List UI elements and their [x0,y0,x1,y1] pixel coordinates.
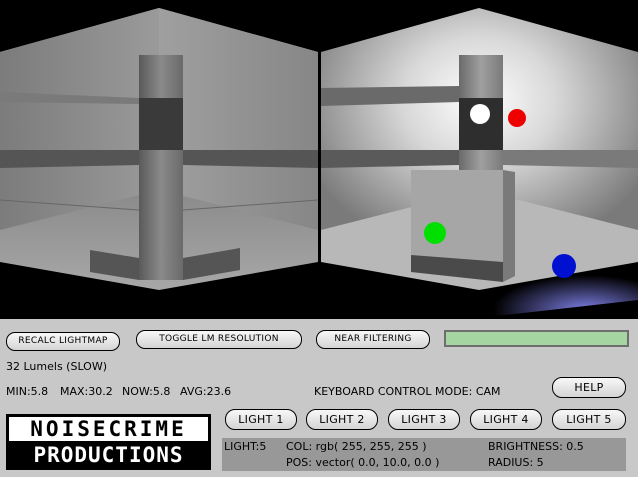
light-2-button[interactable]: LIGHT 2 [306,409,378,430]
noisecrime-logo: NOISECRIME PRODUCTIONS [6,414,211,470]
light-index-text: LIGHT:5 [224,440,267,453]
keyboard-mode-text: KEYBOARD CONTROL MODE: CAM [314,385,501,398]
light-info-panel: LIGHT:5 COL: rgb( 255, 255, 255 ) POS: v… [222,438,626,471]
light-radius-text: RADIUS: 5 [488,456,544,469]
light-color-text: COL: rgb( 255, 255, 255 ) [286,440,427,453]
logo-line-1: NOISECRIME [6,417,211,441]
logo-line-2: PRODUCTIONS [33,443,184,467]
light-4-button[interactable]: LIGHT 4 [470,409,542,430]
stat-avg: AVG:23.6 [180,385,232,398]
stat-max: MAX:30.2 [60,385,113,398]
recalc-lightmap-button[interactable]: RECALC LIGHTMAP [6,332,120,351]
near-filtering-button[interactable]: NEAR FILTERING [316,330,430,349]
scene-unlit [0,0,318,319]
light-blue-marker[interactable] [552,254,576,278]
light-5-button[interactable]: LIGHT 5 [552,409,626,430]
scene-lit [321,0,638,319]
lightmap-progress-bar [444,330,629,347]
stat-min: MIN:5.8 [6,385,49,398]
light-position-text: POS: vector( 0.0, 10.0, 0.0 ) [286,456,440,469]
light-3-button[interactable]: LIGHT 3 [388,409,460,430]
light-1-button[interactable]: LIGHT 1 [225,409,297,430]
light-brightness-text: BRIGHTNESS: 0.5 [488,440,584,453]
help-button[interactable]: HELP [552,377,626,398]
viewport-lit[interactable] [321,0,638,319]
viewport-unlit[interactable] [0,0,318,319]
lumels-text: 32 Lumels (SLOW) [6,360,108,373]
control-panel: RECALC LIGHTMAP TOGGLE LM RESOLUTION NEA… [0,319,638,477]
light-red-marker[interactable] [508,109,526,127]
stat-now: NOW:5.8 [122,385,171,398]
toggle-lm-resolution-button[interactable]: TOGGLE LM RESOLUTION [136,330,302,349]
light-green-marker[interactable] [424,222,446,244]
light-white-marker[interactable] [470,104,490,124]
